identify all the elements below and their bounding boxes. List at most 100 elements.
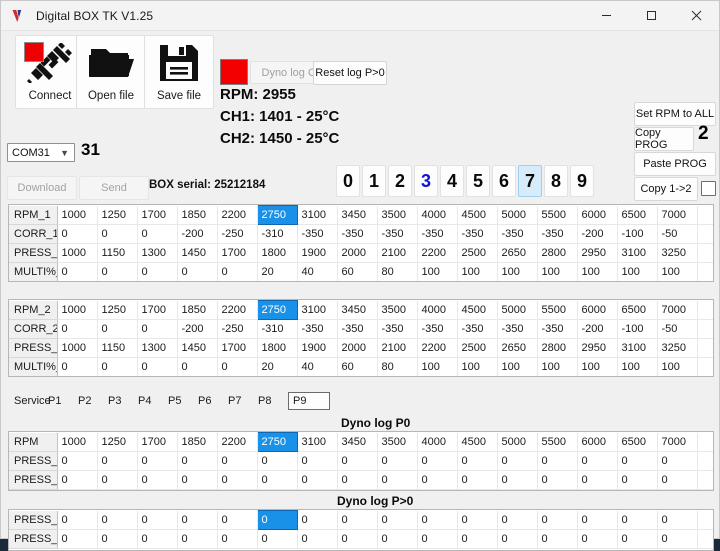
cell[interactable]: 1150 (97, 243, 138, 263)
cell[interactable]: 5500 (537, 432, 578, 452)
cell[interactable]: -350 (457, 224, 498, 244)
cell[interactable]: 3250 (657, 243, 698, 263)
cell[interactable]: -50 (657, 319, 698, 339)
cell[interactable]: 0 (617, 470, 658, 490)
cell[interactable]: 2200 (217, 300, 258, 320)
cell[interactable]: 3100 (297, 432, 338, 452)
cell[interactable]: 6000 (577, 432, 618, 452)
cell[interactable]: 0 (57, 451, 98, 471)
cell[interactable]: -350 (297, 224, 338, 244)
cell[interactable]: 0 (256, 510, 298, 530)
cell[interactable]: -50 (657, 224, 698, 244)
paste-prog-button[interactable]: Paste PROG (634, 152, 716, 176)
cell[interactable]: -310 (257, 224, 298, 244)
cell[interactable]: 4000 (417, 205, 458, 225)
cell[interactable]: 80 (377, 262, 418, 281)
cell[interactable]: 0 (457, 470, 498, 490)
cell[interactable]: 0 (97, 529, 138, 549)
cell[interactable]: -350 (337, 224, 378, 244)
program-button-5[interactable]: 5 (466, 165, 490, 197)
cell[interactable]: 2650 (497, 243, 538, 263)
cell[interactable]: -350 (457, 319, 498, 339)
cell[interactable]: 0 (617, 529, 658, 549)
cell[interactable]: 40 (297, 262, 338, 281)
cell[interactable]: 100 (577, 357, 618, 376)
cell[interactable]: 0 (417, 529, 458, 549)
cell[interactable]: 1700 (217, 243, 258, 263)
cell[interactable]: 3450 (337, 432, 378, 452)
cell[interactable]: 100 (617, 357, 658, 376)
cell[interactable]: 0 (177, 262, 218, 281)
cell[interactable]: 0 (97, 510, 138, 530)
dyno-log-p0-grid[interactable]: RPM 1000 1250 1700 1850 2200 2750 3100 3450 3500 4… (8, 431, 714, 491)
cell[interactable]: 0 (97, 319, 138, 339)
cell[interactable]: 0 (257, 470, 298, 490)
minimize-icon[interactable] (584, 1, 629, 30)
cell[interactable]: 1700 (137, 205, 178, 225)
cell[interactable]: 0 (417, 451, 458, 471)
cell[interactable]: 4500 (457, 432, 498, 452)
cell[interactable]: 0 (137, 529, 178, 549)
cell[interactable]: 3100 (297, 205, 338, 225)
cell[interactable]: 0 (377, 451, 418, 471)
cell[interactable]: 80 (377, 357, 418, 376)
cell[interactable]: 0 (57, 357, 98, 376)
cell[interactable]: 2200 (217, 432, 258, 452)
tab-p2[interactable]: P2 (78, 392, 108, 410)
cell[interactable]: 2100 (377, 338, 418, 358)
program-button-0[interactable]: 0 (336, 165, 360, 197)
cell[interactable]: 0 (217, 357, 258, 376)
cell[interactable]: 5000 (497, 432, 538, 452)
program-button-3[interactable]: 3 (414, 165, 438, 197)
cell[interactable]: 100 (537, 357, 578, 376)
cell[interactable]: 0 (377, 529, 418, 549)
cell[interactable]: 3250 (657, 338, 698, 358)
cell[interactable]: 2750 (256, 205, 298, 225)
cell[interactable]: 2200 (217, 205, 258, 225)
cell[interactable]: 2000 (337, 243, 378, 263)
cell[interactable]: 1800 (257, 243, 298, 263)
cell[interactable]: -350 (537, 224, 578, 244)
cell[interactable]: 2750 (256, 432, 298, 452)
cell[interactable]: 5500 (537, 205, 578, 225)
cell[interactable]: 4000 (417, 432, 458, 452)
program-button-7[interactable]: 7 (518, 165, 542, 197)
cell[interactable]: 0 (297, 451, 338, 471)
cell[interactable]: 1150 (97, 338, 138, 358)
cell[interactable]: 0 (257, 529, 298, 549)
cell[interactable]: 2800 (537, 338, 578, 358)
cell[interactable]: -350 (297, 319, 338, 339)
cell[interactable]: 100 (457, 357, 498, 376)
cell[interactable]: 100 (497, 262, 538, 281)
cell[interactable]: 6500 (617, 205, 658, 225)
cell[interactable]: 2500 (457, 338, 498, 358)
cell[interactable]: 0 (497, 470, 538, 490)
cell[interactable]: 0 (97, 470, 138, 490)
cell[interactable]: 100 (657, 262, 698, 281)
cell[interactable]: -350 (417, 224, 458, 244)
cell[interactable]: 0 (177, 470, 218, 490)
cell[interactable]: -350 (377, 319, 418, 339)
cell[interactable]: 0 (137, 224, 178, 244)
tab-p8[interactable]: P8 (258, 392, 288, 410)
reset-log-button[interactable]: Reset log P>0 (313, 61, 387, 85)
program-button-8[interactable]: 8 (544, 165, 568, 197)
cell[interactable]: -350 (537, 319, 578, 339)
cell[interactable]: 1300 (137, 338, 178, 358)
cell[interactable]: 3100 (617, 243, 658, 263)
cell[interactable]: -350 (337, 319, 378, 339)
cell[interactable]: 3450 (337, 300, 378, 320)
com-port-select[interactable]: COM31 ▼ (7, 143, 75, 162)
cell[interactable]: -200 (577, 224, 618, 244)
cell[interactable]: 0 (657, 451, 698, 471)
cell[interactable]: 0 (97, 357, 138, 376)
cell[interactable]: 0 (377, 510, 418, 530)
cell[interactable]: 6000 (577, 300, 618, 320)
cell[interactable]: -100 (617, 224, 658, 244)
cell[interactable]: -200 (577, 319, 618, 339)
cell[interactable]: -350 (497, 224, 538, 244)
cell[interactable]: 1900 (297, 243, 338, 263)
cell[interactable]: 0 (497, 529, 538, 549)
cell[interactable]: 0 (337, 470, 378, 490)
cell[interactable]: 0 (297, 470, 338, 490)
